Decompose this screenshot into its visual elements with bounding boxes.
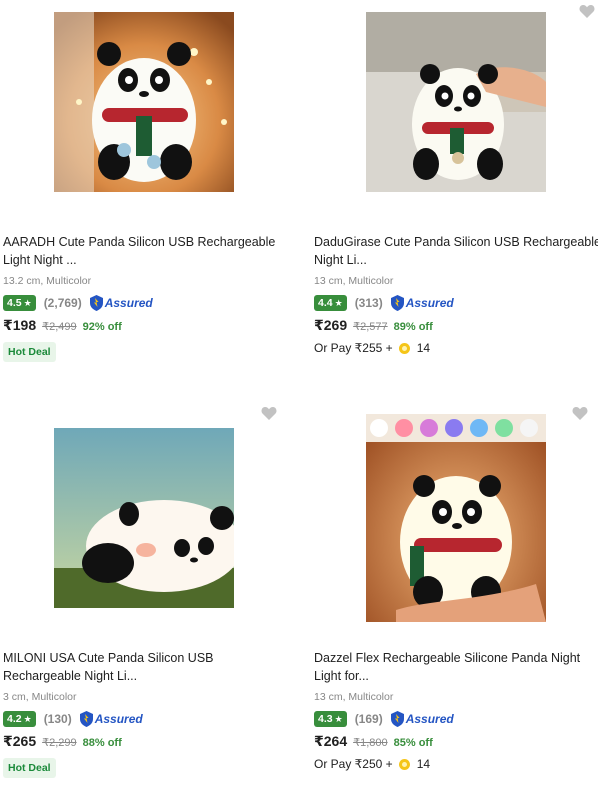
star-icon: ★ <box>334 298 343 308</box>
supercoin-icon <box>398 342 410 354</box>
product-title[interactable]: DaduGirase Cute Panda Silicon USB Rechar… <box>314 233 598 269</box>
assured-badge: Assured <box>390 295 454 311</box>
product-image[interactable] <box>366 12 546 192</box>
star-icon: ★ <box>23 298 32 308</box>
original-price: ₹1,800 <box>353 737 388 749</box>
discount-percent: 85% off <box>393 737 433 749</box>
lying-panda-lamp-image <box>54 428 234 608</box>
hot-deal-badge: Hot Deal <box>3 342 56 362</box>
assured-badge: Assured <box>89 295 153 311</box>
star-icon: ★ <box>23 714 32 724</box>
wishlist-heart-icon[interactable] <box>572 406 588 420</box>
wishlist-heart-icon[interactable] <box>261 406 277 420</box>
assured-shield-icon <box>390 295 404 311</box>
supercoin-offer: Or Pay ₹250 + 14 <box>314 757 431 771</box>
product-size-color: 13.2 cm, Multicolor <box>3 275 92 287</box>
review-count: (130) <box>43 712 72 726</box>
product-title[interactable]: MILONI USA Cute Panda Silicon USB Rechar… <box>3 649 293 685</box>
panda-lamp-in-hands-image <box>366 414 546 622</box>
hot-deal-badge: Hot Deal <box>3 758 56 778</box>
product-title[interactable]: Dazzel Flex Rechargeable Silicone Panda … <box>314 649 598 685</box>
rating-badge: 4.2 ★ <box>3 711 36 727</box>
original-price: ₹2,577 <box>353 321 388 333</box>
product-image[interactable] <box>54 428 234 608</box>
rating-badge: 4.3 ★ <box>314 711 347 727</box>
discount-percent: 89% off <box>393 321 433 333</box>
assured-shield-icon <box>89 295 103 311</box>
selling-price: ₹269 <box>314 317 348 333</box>
discount-percent: 92% off <box>82 321 122 333</box>
supercoin-offer: Or Pay ₹255 + 14 <box>314 341 431 355</box>
product-size-color: 13 cm, Multicolor <box>314 275 394 287</box>
product-size-color: 13 cm, Multicolor <box>314 691 394 703</box>
product-image[interactable] <box>54 12 234 192</box>
product-size-color: 3 cm, Multicolor <box>3 691 77 703</box>
assured-badge: Assured <box>79 711 143 727</box>
wishlist-heart-icon[interactable] <box>579 4 595 18</box>
selling-price: ₹265 <box>3 733 37 749</box>
assured-shield-icon <box>79 711 93 727</box>
rating-badge: 4.5 ★ <box>3 295 36 311</box>
discount-percent: 88% off <box>82 737 122 749</box>
selling-price: ₹198 <box>3 317 37 333</box>
assured-shield-icon <box>390 711 404 727</box>
original-price: ₹2,499 <box>42 321 77 333</box>
panda-lamp-red-scarf-image <box>54 12 234 192</box>
product-grid: AARADH Cute Panda Silicon USB Rechargeab… <box>0 0 598 785</box>
panda-lamp-touch-image <box>366 12 546 192</box>
review-count: (313) <box>354 296 383 310</box>
star-icon: ★ <box>334 714 343 724</box>
original-price: ₹2,299 <box>42 737 77 749</box>
product-title[interactable]: AARADH Cute Panda Silicon USB Rechargeab… <box>3 233 293 269</box>
product-image[interactable] <box>366 414 546 622</box>
review-count: (2,769) <box>43 296 82 310</box>
rating-badge: 4.4 ★ <box>314 295 347 311</box>
selling-price: ₹264 <box>314 733 348 749</box>
assured-badge: Assured <box>390 711 454 727</box>
review-count: (169) <box>354 712 383 726</box>
supercoin-icon <box>398 758 410 770</box>
